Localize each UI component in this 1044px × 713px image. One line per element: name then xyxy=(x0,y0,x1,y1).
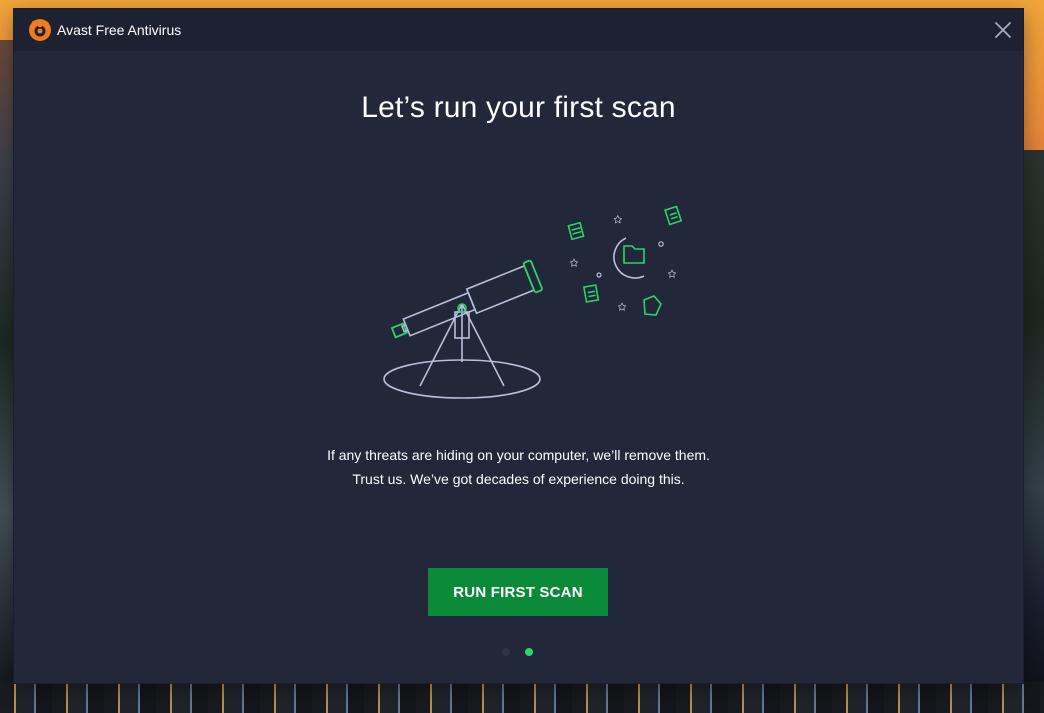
app-title: Avast Free Antivirus xyxy=(57,22,182,38)
close-icon[interactable] xyxy=(991,18,1015,42)
desktop-background-bottom xyxy=(0,682,1044,713)
desktop-background-right xyxy=(1023,150,1044,713)
desktop-background-left xyxy=(0,40,14,713)
run-first-scan-button[interactable]: RUN FIRST SCAN xyxy=(428,568,608,616)
page-indicator xyxy=(502,648,542,658)
page-dot-2-active[interactable] xyxy=(525,648,533,656)
app-window: Avast Free Antivirus Let’s run your firs… xyxy=(14,9,1023,683)
description-line-2: Trust us. We’ve got decades of experienc… xyxy=(352,471,685,487)
description-line-1: If any threats are hiding on your comput… xyxy=(327,447,710,463)
page-dot-1[interactable] xyxy=(502,648,510,656)
telescope-night-sky-illustration xyxy=(383,205,683,399)
description-text: If any threats are hiding on your comput… xyxy=(14,443,1023,491)
avast-logo-icon xyxy=(29,19,51,41)
title-bar: Avast Free Antivirus xyxy=(14,9,1023,51)
page-title: Let’s run your first scan xyxy=(361,91,676,124)
